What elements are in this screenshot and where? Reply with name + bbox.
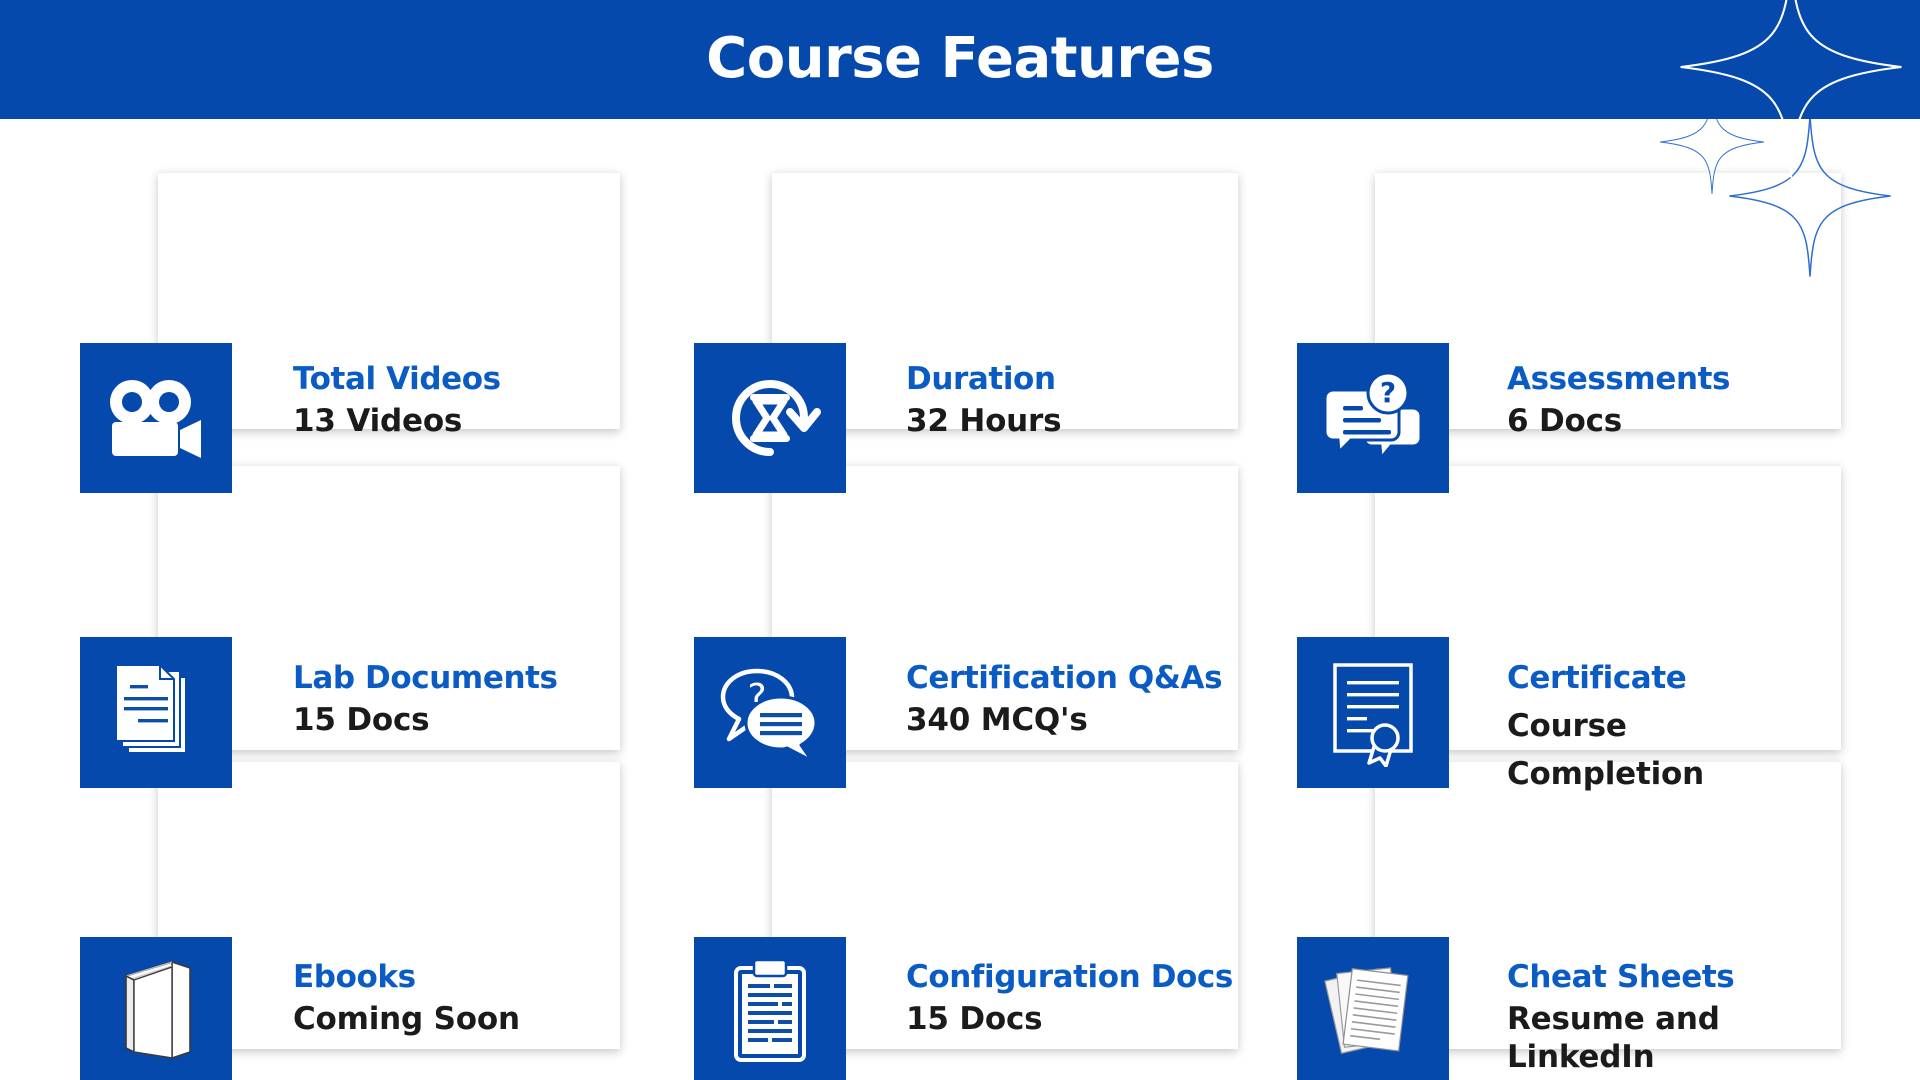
card-value: 32 Hours bbox=[906, 402, 1062, 439]
card-title: Duration bbox=[906, 361, 1056, 397]
papers-stack-icon bbox=[1297, 937, 1449, 1080]
card-value: 15 Docs bbox=[906, 1000, 1043, 1037]
header-band: Course Features bbox=[0, 0, 1920, 119]
card-value: 15 Docs bbox=[293, 701, 430, 738]
card-value: 340 MCQ's bbox=[906, 701, 1088, 738]
features-grid: Total Videos 13 Videos Duration 32 Hours bbox=[0, 119, 1920, 1080]
slide-root: Course Features Total Videos 13 Videos D… bbox=[0, 0, 1920, 1080]
clipboard-icon bbox=[694, 937, 846, 1080]
feature-text-configuration-docs: Configuration Docs 15 Docs bbox=[906, 960, 1233, 1037]
feature-text-duration: Duration 32 Hours bbox=[906, 361, 1062, 439]
feature-text-cheat-sheets: Cheat Sheets Resume and LinkedIn bbox=[1507, 959, 1735, 1076]
card-title: Assessments bbox=[1507, 361, 1731, 397]
card-title: Certificate bbox=[1507, 660, 1687, 696]
svg-text:?: ? bbox=[1380, 376, 1396, 409]
certificate-icon bbox=[1297, 637, 1449, 788]
card-value: 13 Videos bbox=[293, 402, 463, 439]
card-title: Ebooks bbox=[293, 959, 416, 995]
card-value: Course Completion bbox=[1507, 707, 1705, 792]
card-title: Total Videos bbox=[293, 361, 501, 397]
card-value: 6 Docs bbox=[1507, 402, 1623, 439]
question-chat-icon: ? bbox=[1297, 343, 1449, 493]
feature-text-ebooks: Ebooks Coming Soon bbox=[293, 960, 520, 1037]
feature-text-certification-qas: Certification Q&As 340 MCQ's bbox=[906, 660, 1223, 738]
video-camera-icon bbox=[80, 343, 232, 493]
feature-text-lab-documents: Lab Documents 15 Docs bbox=[293, 661, 558, 738]
page-title: Course Features bbox=[706, 25, 1214, 91]
documents-stack-icon bbox=[80, 637, 232, 788]
card-title: Lab Documents bbox=[293, 660, 558, 696]
feature-text-assessments: Assessments 6 Docs bbox=[1507, 362, 1730, 439]
card-value: Coming Soon bbox=[293, 1000, 520, 1037]
book-icon bbox=[80, 937, 232, 1080]
card-title: Certification Q&As bbox=[906, 660, 1223, 696]
chat-bubbles-icon: ? bbox=[694, 637, 846, 788]
sparkle-large-top-icon bbox=[1680, 0, 1902, 178]
card-title: Cheat Sheets bbox=[1507, 959, 1735, 995]
feature-text-certificate: Certificate Course Completion bbox=[1507, 661, 1737, 798]
card-value: Resume and LinkedIn bbox=[1507, 1000, 1720, 1075]
hourglass-clock-icon bbox=[694, 343, 846, 493]
feature-text-total-videos: Total Videos 13 Videos bbox=[293, 362, 501, 439]
card-title: Configuration Docs bbox=[906, 959, 1233, 995]
